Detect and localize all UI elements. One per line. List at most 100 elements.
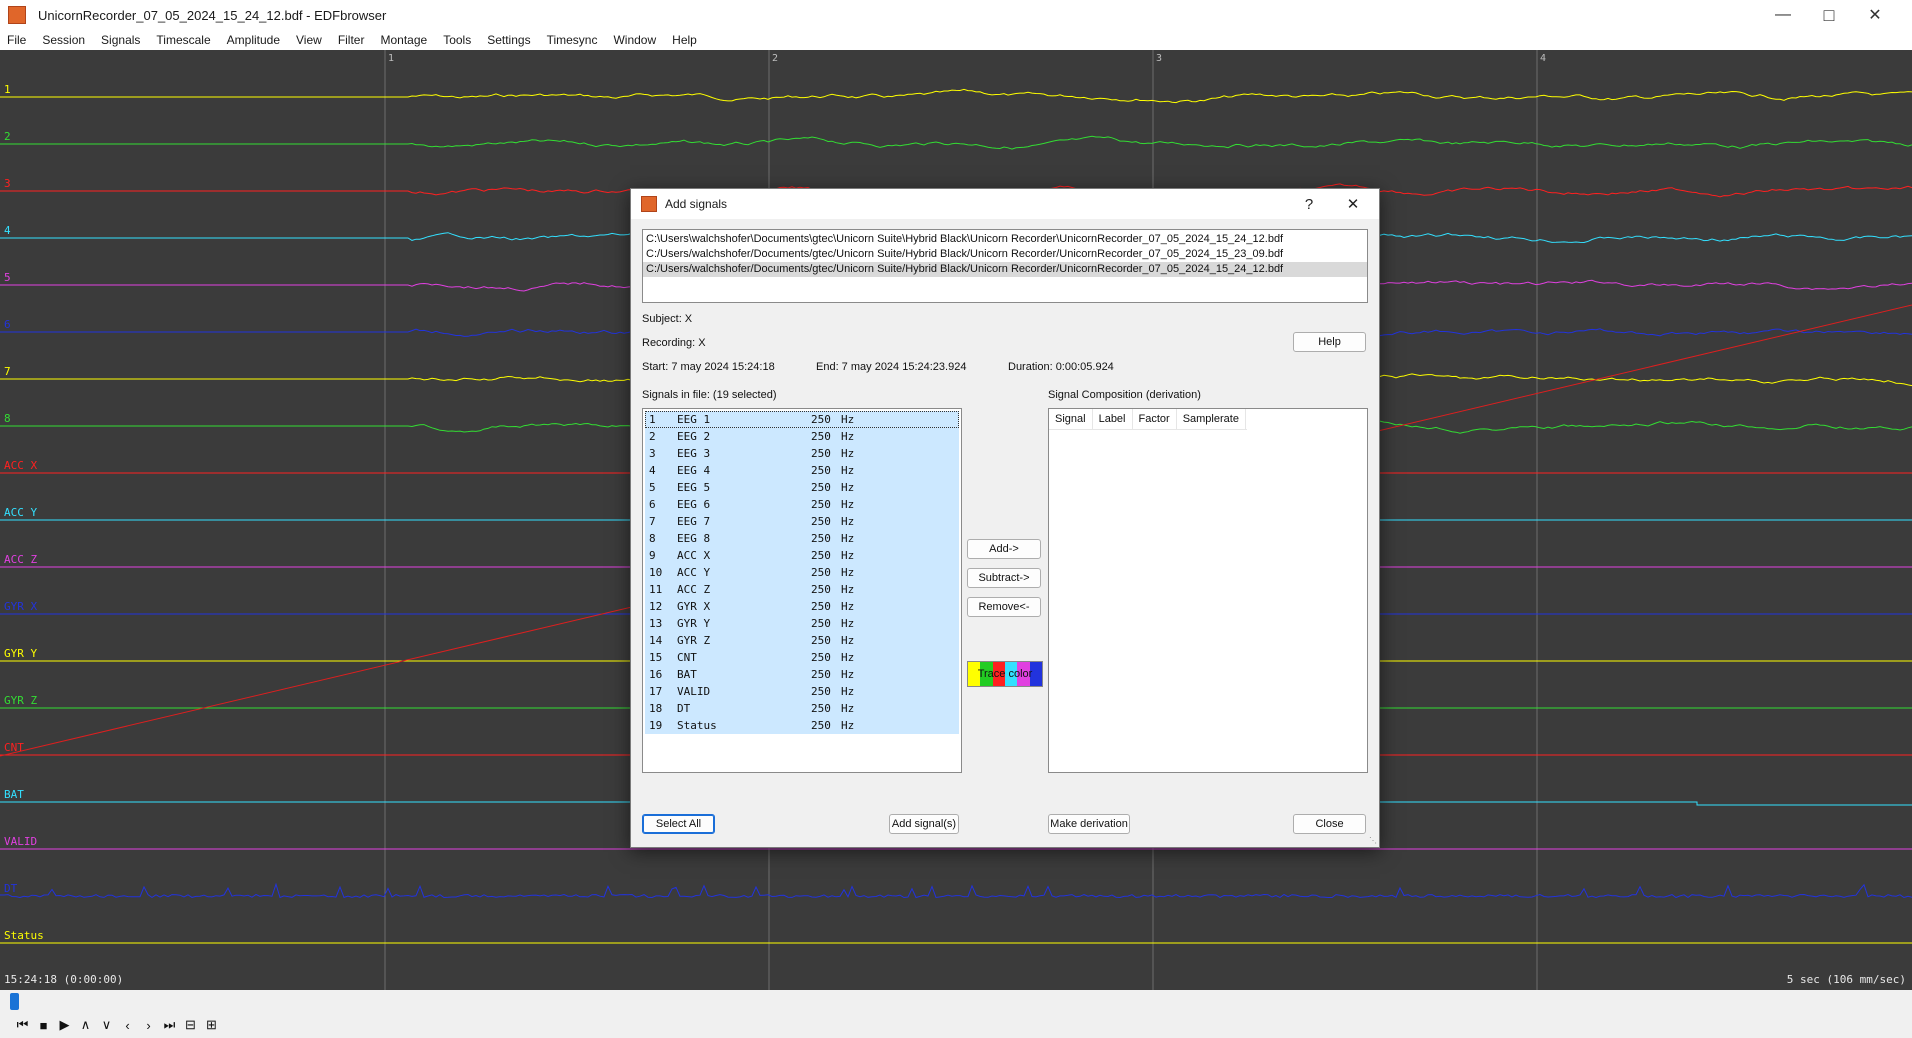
- signal-label-dt[interactable]: DT: [4, 882, 17, 895]
- skip-start-icon[interactable]: ⏮: [12, 1016, 33, 1034]
- signal-list-item[interactable]: 11 ACC Z 250 Hz: [645, 581, 959, 598]
- signal-name: GYR Y: [677, 617, 711, 630]
- add-signals-button[interactable]: Add signal(s): [889, 814, 959, 834]
- prev-icon[interactable]: ‹: [117, 1016, 138, 1034]
- maximize-button[interactable]: □: [1806, 0, 1852, 30]
- subtract-button[interactable]: Subtract->: [967, 568, 1041, 588]
- composition-column-samplerate[interactable]: Samplerate: [1177, 409, 1246, 429]
- signal-list-item[interactable]: 15 CNT 250 Hz: [645, 649, 959, 666]
- menu-signals[interactable]: Signals: [94, 33, 149, 47]
- file-list-item[interactable]: C:/Users/walchshofer/Documents/gtec/Unic…: [643, 262, 1367, 277]
- signal-num: 18: [649, 702, 663, 715]
- app-icon: [8, 6, 26, 24]
- menu-montage[interactable]: Montage: [373, 33, 436, 47]
- signal-list-item[interactable]: 18 DT 250 Hz: [645, 700, 959, 717]
- skip-end-icon[interactable]: ⏭: [159, 1016, 180, 1034]
- signal-label-acc-y[interactable]: ACC Y: [4, 506, 37, 519]
- signal-list-item[interactable]: 12 GYR X 250 Hz: [645, 598, 959, 615]
- scrollbar-thumb[interactable]: [10, 993, 19, 1010]
- signal-list-item[interactable]: 8 EEG 8 250 Hz: [645, 530, 959, 547]
- menu-filter[interactable]: Filter: [331, 33, 374, 47]
- help-icon[interactable]: ?: [1289, 189, 1329, 219]
- menu-file[interactable]: File: [0, 33, 35, 47]
- signal-label-acc-x[interactable]: ACC X: [4, 459, 37, 472]
- resize-grip-icon[interactable]: ⋱: [1369, 837, 1377, 845]
- menu-view[interactable]: View: [289, 33, 331, 47]
- up-icon[interactable]: ∧: [75, 1016, 96, 1034]
- signal-label-acc-z[interactable]: ACC Z: [4, 553, 37, 566]
- composition-column-label[interactable]: Label: [1093, 409, 1133, 429]
- signal-list-item[interactable]: 7 EEG 7 250 Hz: [645, 513, 959, 530]
- signal-label-5[interactable]: 5: [4, 271, 11, 284]
- menu-settings[interactable]: Settings: [480, 33, 539, 47]
- signal-list-item[interactable]: 3 EEG 3 250 Hz: [645, 445, 959, 462]
- trace-color-button[interactable]: Trace color: [967, 661, 1043, 687]
- signal-label-7[interactable]: 7: [4, 365, 11, 378]
- play-icon[interactable]: ▶: [54, 1016, 75, 1034]
- menu-timescale[interactable]: Timescale: [149, 33, 219, 47]
- signal-list-item[interactable]: 14 GYR Z 250 Hz: [645, 632, 959, 649]
- time-scrollbar[interactable]: [0, 990, 1912, 1012]
- menu-session[interactable]: Session: [35, 33, 94, 47]
- signal-list-item[interactable]: 13 GYR Y 250 Hz: [645, 615, 959, 632]
- close-button[interactable]: Close: [1293, 814, 1366, 834]
- signal-num: 13: [649, 617, 663, 630]
- signal-list-item[interactable]: 17 VALID 250 Hz: [645, 683, 959, 700]
- menu-window[interactable]: Window: [606, 33, 665, 47]
- composition-column-signal[interactable]: Signal: [1049, 409, 1093, 429]
- signal-label-cnt[interactable]: CNT: [4, 741, 24, 754]
- signal-label-gyr-x[interactable]: GYR X: [4, 600, 37, 613]
- next-icon[interactable]: ›: [138, 1016, 159, 1034]
- signal-label-2[interactable]: 2: [4, 130, 11, 143]
- composition-column-factor[interactable]: Factor: [1133, 409, 1177, 429]
- signal-list-item[interactable]: 10 ACC Y 250 Hz: [645, 564, 959, 581]
- signal-list-item[interactable]: 9 ACC X 250 Hz: [645, 547, 959, 564]
- file-list[interactable]: C:\Users\walchshofer\Documents\gtec\Unic…: [642, 229, 1368, 303]
- close-window-button[interactable]: ✕: [1852, 0, 1898, 30]
- signal-list-item[interactable]: 5 EEG 5 250 Hz: [645, 479, 959, 496]
- signals-in-file-list[interactable]: 1 EEG 1 250 Hz 2 EEG 2 250 Hz 3 EEG 3 250 Hz 4 EEG 4 2…: [642, 408, 962, 773]
- signal-list-item[interactable]: 16 BAT 250 Hz: [645, 666, 959, 683]
- signal-label-6[interactable]: 6: [4, 318, 11, 331]
- file-list-item[interactable]: C:\Users\walchshofer\Documents\gtec\Unic…: [643, 232, 1367, 247]
- trace-dt: [0, 882, 1912, 899]
- trace-2: [0, 135, 1912, 150]
- signal-label-1[interactable]: 1: [4, 83, 11, 96]
- signal-list-item[interactable]: 4 EEG 4 250 Hz: [645, 462, 959, 479]
- add-button[interactable]: Add->: [967, 539, 1041, 559]
- file-list-item[interactable]: C:/Users/walchshofer/Documents/gtec/Unic…: [643, 247, 1367, 262]
- remove-button[interactable]: Remove<-: [967, 597, 1041, 617]
- signal-rate: 250: [811, 413, 831, 426]
- make-derivation-button[interactable]: Make derivation: [1048, 814, 1130, 834]
- signal-list-item[interactable]: 19 Status 250 Hz: [645, 717, 959, 734]
- signal-label-gyr-y[interactable]: GYR Y: [4, 647, 37, 660]
- menu-help[interactable]: Help: [665, 33, 706, 47]
- minimize-button[interactable]: —: [1760, 0, 1806, 30]
- zoom-out-icon[interactable]: ⊟: [180, 1016, 201, 1034]
- signal-label-valid[interactable]: VALID: [4, 835, 37, 848]
- select-all-button[interactable]: Select All: [642, 814, 715, 834]
- help-button[interactable]: Help: [1293, 332, 1366, 352]
- signal-num: 8: [649, 532, 656, 545]
- signal-unit: Hz: [841, 549, 855, 562]
- menu-amplitude[interactable]: Amplitude: [220, 33, 289, 47]
- signal-label-3[interactable]: 3: [4, 177, 11, 190]
- signal-rate: 250: [811, 464, 831, 477]
- signal-label-gyr-z[interactable]: GYR Z: [4, 694, 37, 707]
- signal-label-status[interactable]: Status: [4, 929, 44, 942]
- signal-list-item[interactable]: 6 EEG 6 250 Hz: [645, 496, 959, 513]
- stop-icon[interactable]: ■: [33, 1016, 54, 1034]
- menu-timesync[interactable]: Timesync: [540, 33, 607, 47]
- signal-label-bat[interactable]: BAT: [4, 788, 24, 801]
- zoom-in-icon[interactable]: ⊞: [201, 1016, 222, 1034]
- menu-tools[interactable]: Tools: [436, 33, 480, 47]
- signal-name: ACC X: [677, 549, 711, 562]
- end-info: End: 7 may 2024 15:24:23.924: [816, 361, 967, 373]
- dialog-close-icon[interactable]: ✕: [1333, 189, 1373, 219]
- signal-list-item[interactable]: 1 EEG 1 250 Hz: [645, 411, 959, 428]
- signal-composition-table[interactable]: Signal Label Factor Samplerate: [1048, 408, 1368, 773]
- signal-label-8[interactable]: 8: [4, 412, 11, 425]
- signal-label-4[interactable]: 4: [4, 224, 11, 237]
- signal-list-item[interactable]: 2 EEG 2 250 Hz: [645, 428, 959, 445]
- down-icon[interactable]: ∨: [96, 1016, 117, 1034]
